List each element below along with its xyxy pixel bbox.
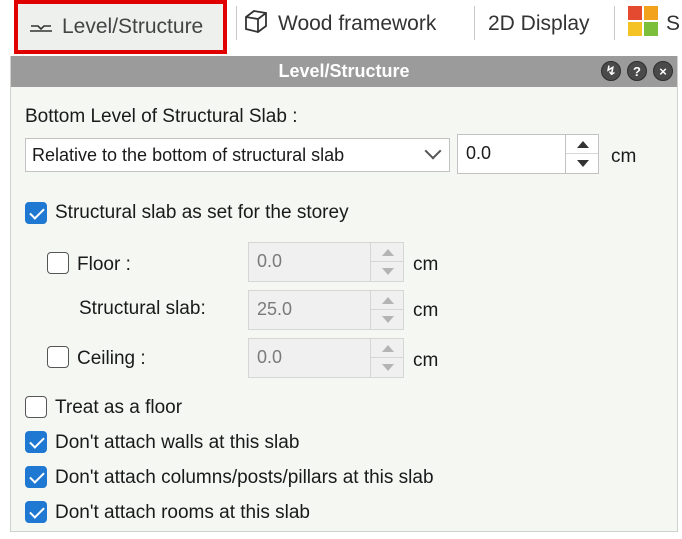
treat-as-floor-label: Treat as a floor [55, 397, 183, 418]
structural-slab-storey-label: Structural slab as set for the storey [55, 202, 349, 223]
tab-divider [614, 6, 615, 40]
level-structure-icon [28, 15, 54, 39]
help-icon[interactable]: ? [627, 61, 647, 81]
dont-attach-columns-label: Don't attach columns/posts/pillars at th… [55, 467, 434, 488]
dont-attach-walls-checkbox[interactable] [25, 431, 47, 453]
structural-slab-unit: cm [413, 300, 439, 321]
pin-icon[interactable]: ↯ [601, 61, 621, 81]
tab-label: S [666, 12, 681, 35]
structural-slab-label: Structural slab: [79, 298, 206, 319]
tab-divider [236, 6, 237, 40]
stepper-down-button[interactable] [371, 310, 403, 329]
tab-s[interactable]: S [628, 4, 680, 44]
chevron-down-icon [382, 364, 394, 371]
dont-attach-walls-label: Don't attach walls at this slab [55, 432, 300, 453]
floor-input[interactable]: 0.0 [248, 242, 374, 282]
bottom-level-offset-input[interactable]: 0.0 [457, 134, 569, 174]
dont-attach-rooms-label: Don't attach rooms at this slab [55, 502, 310, 523]
structural-slab-value: 25.0 [257, 299, 293, 319]
tab-label: Wood framework [278, 12, 437, 35]
stepper-up-button[interactable] [371, 339, 403, 358]
floor-label: Floor : [77, 254, 131, 275]
floor-checkbox[interactable] [47, 252, 69, 274]
dont-attach-rooms-checkbox[interactable] [25, 501, 47, 523]
structural-slab-storey-checkbox[interactable] [25, 202, 47, 224]
chevron-up-icon [382, 297, 394, 304]
tab-label: 2D Display [488, 12, 590, 35]
tab-2d-display[interactable]: 2D Display [488, 4, 590, 44]
chevron-down-icon [382, 316, 394, 323]
level-structure-panel: Level/Structure ↯ ? × Bottom Level of St… [10, 56, 678, 532]
chevron-up-icon [382, 345, 394, 352]
bottom-level-offset-value: 0.0 [466, 143, 492, 163]
bottom-level-label: Bottom Level of Structural Slab : [25, 106, 298, 127]
ceiling-label: Ceiling : [77, 348, 146, 369]
chevron-down-icon [382, 268, 394, 275]
stepper-up-button[interactable] [371, 291, 403, 310]
bottom-level-select-value: Relative to the bottom of structural sla… [32, 144, 345, 165]
tab-bar: Level/Structure Wood framework 2D Displa… [0, 0, 682, 54]
structural-slab-stepper[interactable] [370, 290, 404, 330]
tab-divider [474, 6, 475, 40]
tab-label: Level/Structure [62, 15, 204, 38]
bottom-level-offset-stepper[interactable] [565, 134, 599, 174]
treat-as-floor-checkbox[interactable] [25, 396, 47, 418]
stepper-up-button[interactable] [566, 135, 598, 154]
floor-unit: cm [413, 254, 439, 275]
chevron-up-icon [577, 141, 589, 148]
tab-level-structure[interactable]: Level/Structure [14, 0, 227, 54]
tab-wood-framework[interactable]: Wood framework [242, 4, 436, 44]
ceiling-value: 0.0 [257, 347, 283, 367]
dont-attach-columns-checkbox[interactable] [25, 466, 47, 488]
ceiling-unit: cm [413, 350, 439, 371]
ceiling-input[interactable]: 0.0 [248, 338, 374, 378]
wood-framework-icon [242, 8, 270, 40]
chevron-up-icon [382, 249, 394, 256]
close-icon[interactable]: × [653, 61, 673, 81]
color-squares-icon [628, 6, 658, 42]
stepper-down-button[interactable] [371, 262, 403, 281]
chevron-down-icon [424, 142, 442, 160]
stepper-down-button[interactable] [566, 154, 598, 173]
floor-value: 0.0 [257, 251, 283, 271]
bottom-level-select[interactable]: Relative to the bottom of structural sla… [25, 138, 450, 172]
chevron-down-icon [577, 160, 589, 167]
floor-stepper[interactable] [370, 242, 404, 282]
panel-title: Level/Structure [278, 61, 410, 81]
stepper-up-button[interactable] [371, 243, 403, 262]
ceiling-checkbox[interactable] [47, 346, 69, 368]
stepper-down-button[interactable] [371, 358, 403, 377]
structural-slab-input[interactable]: 25.0 [248, 290, 374, 330]
ceiling-stepper[interactable] [370, 338, 404, 378]
panel-header: Level/Structure ↯ ? × [11, 56, 677, 87]
bottom-level-unit: cm [611, 146, 637, 167]
